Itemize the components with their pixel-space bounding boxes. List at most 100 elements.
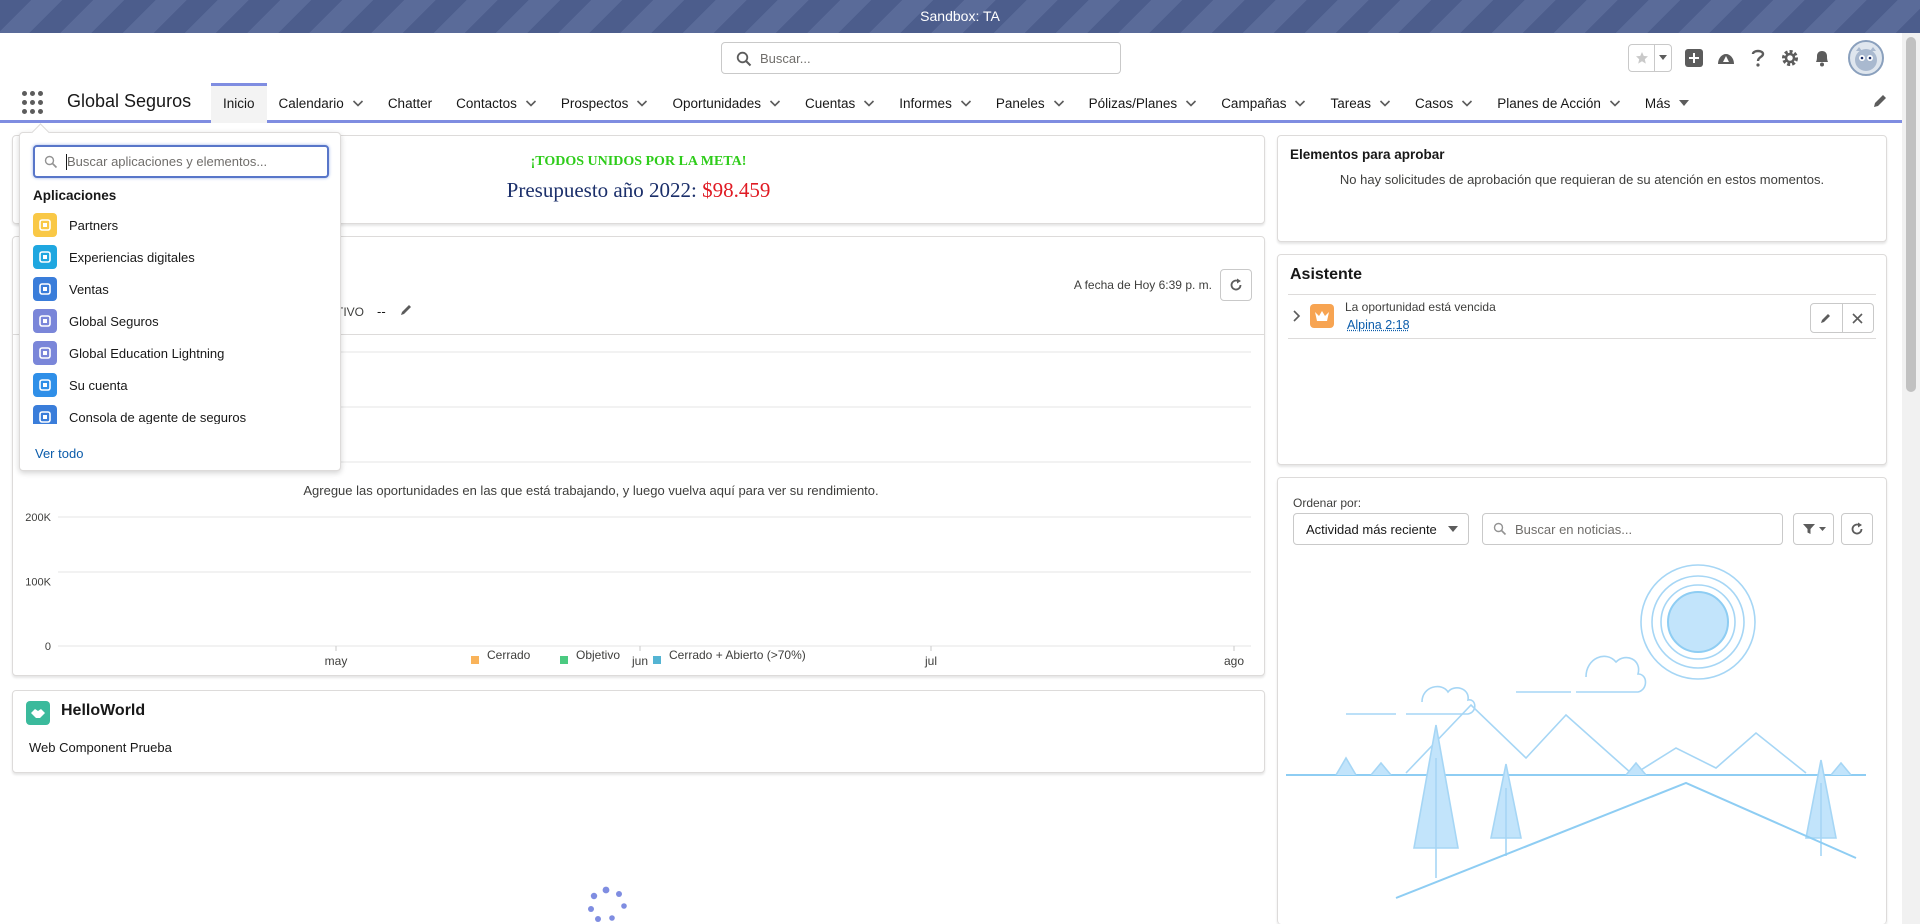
- nav-tab-más[interactable]: Más: [1633, 83, 1703, 123]
- loading-spinner: [586, 884, 632, 924]
- global-search-input[interactable]: Buscar...: [721, 42, 1121, 74]
- nav-tab-label: Contactos: [456, 96, 517, 111]
- app-icon: [33, 405, 57, 424]
- launcher-app-label: Ventas: [69, 282, 109, 297]
- nav-tab-chatter[interactable]: Chatter: [376, 83, 444, 123]
- launcher-app-item[interactable]: Ventas: [33, 273, 333, 305]
- chevron-down-icon[interactable]: [1461, 97, 1473, 109]
- notifications-button[interactable]: [1806, 42, 1838, 74]
- launcher-app-item[interactable]: Global Seguros: [33, 305, 333, 337]
- nav-tab-calendario[interactable]: Calendario: [267, 83, 376, 123]
- global-search-placeholder: Buscar...: [760, 51, 811, 66]
- favorites-star-button[interactable]: [1629, 45, 1655, 71]
- assistant-item-link[interactable]: Alpina 2:18: [1347, 318, 1410, 332]
- filter-icon: [1802, 522, 1816, 536]
- nav-tab-label: Chatter: [388, 96, 432, 111]
- refresh-icon: [1229, 278, 1243, 292]
- launcher-app-label: Experiencias digitales: [69, 250, 195, 265]
- search-icon: [44, 155, 58, 169]
- chevron-down-icon[interactable]: [1185, 97, 1197, 109]
- x-tick-label: ago: [1224, 654, 1244, 668]
- launcher-app-list: Partners Experiencias digitales Ventas Glob…: [33, 209, 333, 424]
- nav-tab-casos[interactable]: Casos: [1403, 83, 1485, 123]
- as-of-timestamp: A fecha de Hoy 6:39 p. m.: [1074, 278, 1212, 292]
- trailhead-button[interactable]: [1710, 42, 1742, 74]
- setup-button[interactable]: [1774, 42, 1806, 74]
- nav-tab-contactos[interactable]: Contactos: [444, 83, 549, 123]
- trailhead-icon: [1716, 49, 1736, 67]
- user-avatar[interactable]: [1848, 40, 1884, 76]
- nav-tab-prospectos[interactable]: Prospectos: [549, 83, 661, 123]
- scrollbar-thumb[interactable]: [1906, 37, 1916, 392]
- nav-tab-informes[interactable]: Informes: [887, 83, 984, 123]
- launcher-app-item[interactable]: Su cuenta: [33, 369, 333, 401]
- launcher-app-item[interactable]: Experiencias digitales: [33, 241, 333, 273]
- assistant-item: La oportunidad está vencida Alpina 2:18: [1288, 294, 1876, 339]
- launcher-app-item[interactable]: Global Education Lightning: [33, 337, 333, 369]
- nav-tab-label: Calendario: [279, 96, 344, 111]
- app-launcher-dropdown: Buscar aplicaciones y elementos... Aplic…: [19, 132, 341, 471]
- launcher-pointer: [31, 123, 49, 141]
- launcher-app-item[interactable]: Partners: [33, 209, 333, 241]
- nav-tab-label: Cuentas: [805, 96, 855, 111]
- feed-filter-button[interactable]: [1793, 513, 1834, 545]
- gear-icon: [1780, 48, 1800, 68]
- legend-swatch: [653, 656, 661, 664]
- edit-objective-icon[interactable]: [399, 303, 413, 317]
- nav-tab-pólizas-planes[interactable]: Pólizas/Planes: [1077, 83, 1210, 123]
- page-scrollbar[interactable]: [1902, 33, 1920, 924]
- refresh-icon: [1850, 522, 1864, 536]
- nav-tab-campañas[interactable]: Campañas: [1209, 83, 1318, 123]
- app-launcher-button[interactable]: [22, 91, 46, 115]
- header-utilities: [1628, 41, 1884, 75]
- help-button[interactable]: [1742, 42, 1774, 74]
- chevron-right-icon[interactable]: [1290, 309, 1304, 323]
- launcher-app-label: Consola de agente de seguros: [69, 410, 246, 425]
- launcher-app-item[interactable]: Consola de agente de seguros: [33, 401, 333, 424]
- app-icon: [33, 373, 57, 397]
- nav-tab-cuentas[interactable]: Cuentas: [793, 83, 887, 123]
- chevron-down-icon[interactable]: [1609, 97, 1621, 109]
- nav-tab-oportunidades[interactable]: Oportunidades: [660, 83, 793, 123]
- legend-label: Cerrado + Abierto (>70%): [669, 648, 806, 662]
- edit-nav-icon[interactable]: [1872, 93, 1888, 109]
- sort-select[interactable]: Actividad más reciente: [1293, 513, 1469, 545]
- chevron-down-icon[interactable]: [636, 97, 648, 109]
- sandbox-banner: Sandbox: TA: [0, 0, 1920, 33]
- helloworld-title: HelloWorld: [61, 702, 145, 720]
- nav-tab-planes-de-acción[interactable]: Planes de Acción: [1485, 83, 1633, 123]
- x-tick-label: may: [325, 654, 348, 668]
- feed-refresh-button[interactable]: [1841, 513, 1873, 545]
- assistant-edit-button[interactable]: [1811, 304, 1842, 332]
- y-tick-label: 100K: [25, 577, 51, 589]
- nav-tab-paneles[interactable]: Paneles: [984, 83, 1077, 123]
- nav-tab-label: Prospectos: [561, 96, 629, 111]
- chevron-down-icon[interactable]: [352, 97, 364, 109]
- nav-tab-inicio[interactable]: Inicio: [211, 83, 267, 123]
- favorites-menu-button[interactable]: [1655, 45, 1671, 71]
- chevron-down-icon[interactable]: [769, 97, 781, 109]
- nav-tab-label: Informes: [899, 96, 952, 111]
- caret-down-icon[interactable]: [1678, 97, 1690, 109]
- nav-tab-tareas[interactable]: Tareas: [1318, 83, 1403, 123]
- launcher-view-all-link[interactable]: Ver todo: [35, 446, 83, 461]
- chevron-down-icon[interactable]: [863, 97, 875, 109]
- launcher-app-label: Su cuenta: [69, 378, 128, 393]
- assistant-dismiss-button[interactable]: [1842, 304, 1874, 332]
- nav-tab-label: Casos: [1415, 96, 1453, 111]
- chevron-down-icon[interactable]: [960, 97, 972, 109]
- chevron-down-icon[interactable]: [1053, 97, 1065, 109]
- global-actions-button[interactable]: [1678, 42, 1710, 74]
- search-icon: [736, 51, 752, 67]
- launcher-search-input[interactable]: Buscar aplicaciones y elementos...: [33, 145, 329, 178]
- legend-label: Cerrado: [487, 648, 531, 662]
- chevron-down-icon[interactable]: [1379, 97, 1391, 109]
- chevron-down-icon[interactable]: [1294, 97, 1306, 109]
- app-name: Global Seguros: [67, 91, 191, 112]
- chevron-down-icon[interactable]: [525, 97, 537, 109]
- performance-refresh-button[interactable]: [1220, 269, 1252, 301]
- launcher-search-placeholder: Buscar aplicaciones y elementos...: [67, 154, 267, 169]
- navigation-bar: Global Seguros Inicio Calendario Chatter Co…: [0, 83, 1902, 123]
- launcher-app-label: Global Education Lightning: [69, 346, 224, 361]
- feed-search-input[interactable]: Buscar en noticias...: [1482, 513, 1783, 545]
